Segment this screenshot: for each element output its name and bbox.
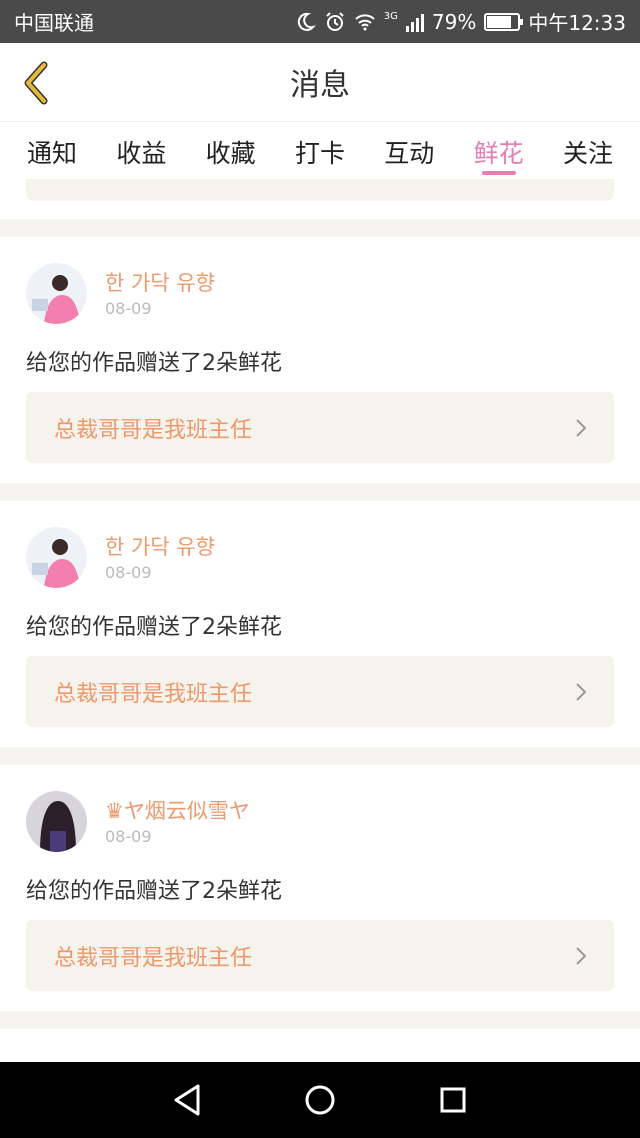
battery-icon: [484, 12, 524, 31]
username[interactable]: 한 가닥 유향: [105, 531, 215, 561]
avatar[interactable]: [26, 263, 87, 324]
message-list[interactable]: 한 가닥 유향 08-09 给您的作品赠送了2朵鲜花 总裁哥哥是我班主任 한 가…: [0, 179, 640, 1062]
tab-following[interactable]: 关注: [562, 122, 614, 179]
nav-home-button[interactable]: [300, 1080, 340, 1120]
message-date: 08-09: [105, 563, 152, 582]
home-circle-icon: [305, 1085, 335, 1115]
tab-label: 通知: [26, 139, 77, 168]
message-date: 08-09: [105, 299, 152, 318]
active-tab-indicator: [481, 171, 516, 175]
work-link[interactable]: 总裁哥哥是我班主任: [26, 656, 614, 727]
work-title: 总裁哥哥是我班主任: [54, 417, 253, 443]
moon-icon: [297, 12, 316, 31]
tab-flowers[interactable]: 鲜花: [473, 122, 525, 179]
message-card: 한 가닥 유향 08-09 给您的作品赠送了2朵鲜花 总裁哥哥是我班主任: [0, 237, 640, 483]
chevron-right-icon: [576, 418, 587, 437]
work-title: 总裁哥哥是我班主任: [54, 681, 253, 707]
message-text: 给您的作品赠送了2朵鲜花: [26, 351, 282, 376]
tab-notice[interactable]: 通知: [26, 122, 78, 179]
tab-label: 鲜花: [473, 139, 524, 168]
recents-square-icon: [440, 1087, 466, 1113]
work-link[interactable]: 总裁哥哥是我班主任: [26, 920, 614, 991]
status-bar: 中国联通 3G 79% 中午12:33: [0, 0, 640, 43]
username[interactable]: ♛ヤ烟云似雪ヤ: [105, 795, 250, 825]
alarm-icon: [326, 11, 344, 31]
message-card: ♛ヤ烟云似雪ヤ 08-09 给您的作品赠送了2朵鲜花 总裁哥哥是我班主任: [0, 765, 640, 1011]
chevron-left-icon[interactable]: [18, 59, 58, 107]
tab-earnings[interactable]: 收益: [115, 122, 167, 179]
partial-message-card: [0, 1029, 640, 1062]
username[interactable]: 한 가닥 유향: [105, 267, 215, 297]
message-date: 08-09: [105, 827, 152, 846]
signal-icon: [405, 12, 424, 32]
work-title: 总裁哥哥是我班主任: [54, 945, 253, 971]
tab-label: 打卡: [294, 139, 345, 168]
battery-percent-label: 79%: [431, 9, 477, 34]
tab-label: 关注: [562, 139, 613, 168]
partial-message-card: [0, 179, 640, 219]
back-triangle-icon: [174, 1084, 200, 1116]
work-link[interactable]: 总裁哥哥是我班主任: [26, 392, 614, 463]
message-text: 给您的作品赠送了2朵鲜花: [26, 879, 282, 904]
header: 消息: [0, 43, 640, 121]
chevron-right-icon: [576, 682, 587, 701]
time-label: 中午12:33: [528, 11, 626, 35]
avatar[interactable]: [26, 527, 87, 588]
wifi-icon: [355, 13, 375, 30]
tab-label: 收益: [116, 139, 167, 168]
network-type-label: 3G: [383, 11, 398, 22]
avatar[interactable]: [26, 791, 87, 852]
partial-work-link[interactable]: [26, 179, 614, 201]
status-icons: 3G 79% 中午12:33: [294, 7, 626, 36]
page-title: 消息: [290, 68, 350, 103]
message-text: 给您的作品赠送了2朵鲜花: [26, 615, 282, 640]
tab-interaction[interactable]: 互动: [383, 122, 435, 179]
nav-recents-button[interactable]: [433, 1080, 473, 1120]
carrier-label: 中国联通: [14, 11, 94, 35]
tab-label: 收藏: [205, 139, 256, 168]
tab-favorites[interactable]: 收藏: [205, 122, 257, 179]
tab-bar: 通知 收益 收藏 打卡 互动 鲜花 关注: [0, 121, 640, 179]
message-card: 한 가닥 유향 08-09 给您的作品赠送了2朵鲜花 总裁哥哥是我班主任: [0, 501, 640, 747]
chevron-right-icon: [576, 946, 587, 965]
nav-back-button[interactable]: [167, 1080, 207, 1120]
tab-label: 互动: [384, 139, 435, 168]
system-nav-bar: [0, 1062, 640, 1138]
tab-checkin[interactable]: 打卡: [294, 122, 346, 179]
